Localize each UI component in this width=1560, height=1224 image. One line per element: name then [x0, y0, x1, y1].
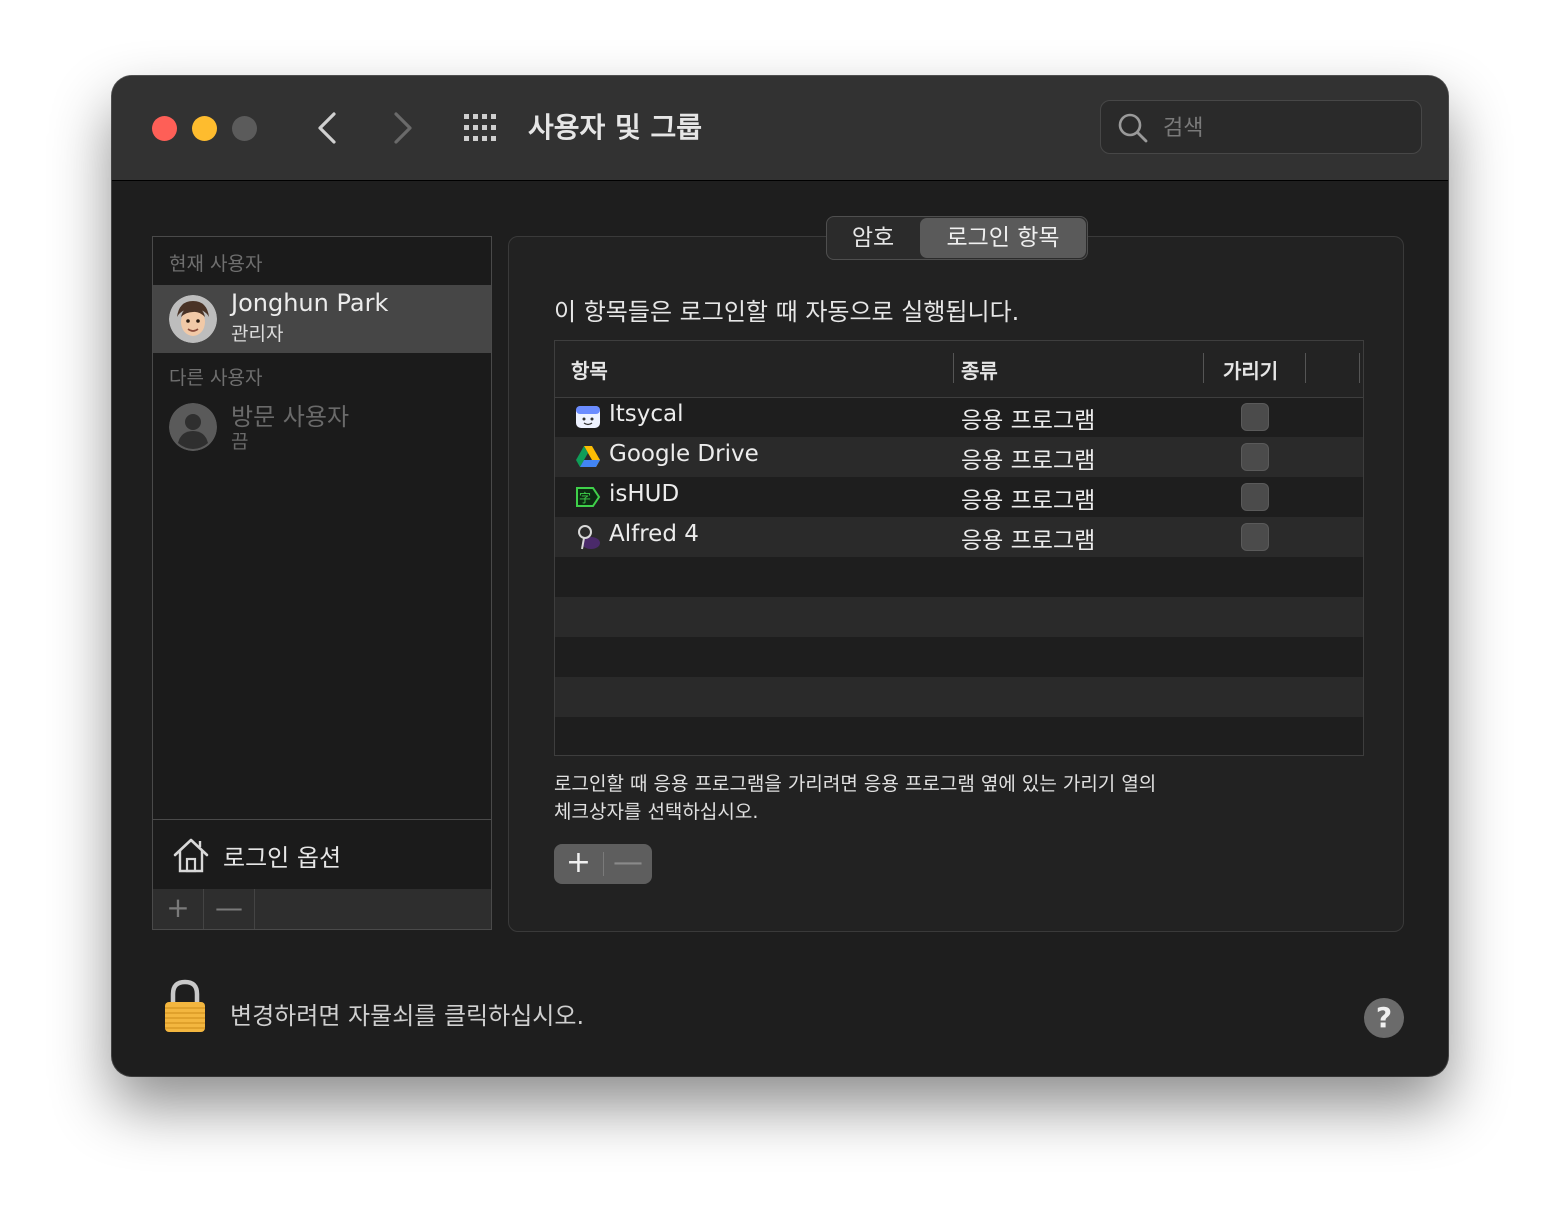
column-separator [1203, 353, 1204, 383]
help-button[interactable]: ? [1364, 998, 1404, 1038]
table-row[interactable]: Alfred 4 응용 프로그램 [555, 517, 1363, 557]
house-icon [173, 838, 209, 873]
lock-message[interactable]: 변경하려면 자물쇠를 클릭하십시오. [230, 996, 584, 1031]
svg-text:字: 字 [579, 490, 591, 505]
back-button[interactable] [308, 106, 348, 150]
empty-row [555, 557, 1363, 597]
alfred-icon [578, 525, 600, 550]
google-drive-icon [576, 446, 600, 467]
column-header-item[interactable]: 항목 [571, 355, 608, 384]
app-name: isHUD [609, 481, 680, 507]
tab-segmented-control: 암호 로그인 항목 [826, 216, 1088, 260]
add-login-item-button[interactable]: + [554, 844, 603, 884]
minimize-button[interactable] [192, 116, 217, 141]
tab-password[interactable]: 암호 [827, 217, 919, 259]
search-input[interactable] [1161, 109, 1405, 147]
chevron-right-icon [394, 112, 412, 144]
show-all-grid-icon[interactable] [462, 110, 500, 146]
empty-row [555, 717, 1363, 755]
sidebar-toolbar: + — [153, 889, 491, 929]
column-separator [1305, 353, 1306, 383]
remove-user-button[interactable]: — [204, 889, 255, 929]
guest-user-name: 방문 사용자 [231, 403, 350, 431]
hide-checkbox[interactable] [1241, 523, 1269, 551]
user-avatar-memoji-icon [169, 295, 217, 343]
window-title: 사용자 및 그룹 [528, 111, 703, 144]
app-name: Alfred 4 [609, 521, 699, 547]
empty-row [555, 637, 1363, 677]
table-row[interactable]: 字 isHUD 응용 프로그램 [555, 477, 1363, 517]
app-kind: 응용 프로그램 [961, 528, 1096, 554]
hide-hint-text: 로그인할 때 응용 프로그램을 가리려면 응용 프로그램 옆에 있는 가리기 열… [554, 770, 1254, 826]
table-row[interactable]: Google Drive 응용 프로그램 [555, 437, 1363, 477]
login-options-button[interactable]: 로그인 옵션 [153, 819, 491, 891]
ishud-icon: 字 [576, 487, 601, 507]
zoom-button[interactable] [232, 116, 257, 141]
add-remove-control: + — [554, 844, 652, 884]
column-separator [1359, 353, 1360, 383]
login-options-label: 로그인 옵션 [223, 844, 342, 872]
guest-user-status: 끔 [231, 431, 249, 453]
app-kind: 응용 프로그램 [961, 488, 1096, 514]
search-icon [1118, 113, 1148, 143]
hide-checkbox[interactable] [1241, 443, 1269, 471]
column-separator [953, 353, 954, 383]
remove-login-item-button[interactable]: — [604, 844, 652, 884]
login-items-description: 이 항목들은 로그인할 때 자동으로 실행됩니다. [554, 298, 1020, 326]
close-button[interactable] [152, 116, 177, 141]
app-kind: 응용 프로그램 [961, 408, 1096, 434]
guest-user-row[interactable]: 방문 사용자 끔 [153, 393, 491, 457]
chevron-left-icon [318, 112, 336, 144]
login-items-table[interactable]: 항목 종류 가리기 Itsycal 응용 프로그램 Google Drive 응… [554, 340, 1364, 756]
tab-login-items[interactable]: 로그인 항목 [920, 218, 1086, 258]
title-bar: 사용자 및 그룹 [112, 76, 1448, 181]
hide-checkbox[interactable] [1241, 403, 1269, 431]
other-users-section-label: 다른 사용자 [169, 367, 263, 389]
current-user-row[interactable]: Jonghun Park 관리자 [153, 285, 491, 353]
guest-avatar-icon [169, 403, 217, 451]
current-user-section-label: 현재 사용자 [169, 253, 263, 275]
empty-row [555, 597, 1363, 637]
search-field[interactable] [1100, 100, 1422, 154]
preferences-window: 사용자 및 그룹 현재 사용자 Jonghun Park 관리자 [112, 76, 1448, 1076]
users-sidebar: 현재 사용자 Jonghun Park 관리자 다른 사용자 방문 사용자 끔 … [152, 236, 492, 930]
table-header: 항목 종류 가리기 [555, 341, 1363, 398]
add-user-button[interactable]: + [153, 889, 204, 929]
column-header-kind[interactable]: 종류 [961, 355, 998, 384]
hint-line-1: 로그인할 때 응용 프로그램을 가리려면 응용 프로그램 옆에 있는 가리기 열… [554, 773, 1157, 795]
empty-row [555, 677, 1363, 717]
hide-checkbox[interactable] [1241, 483, 1269, 511]
current-user-name: Jonghun Park [231, 289, 389, 317]
app-kind: 응용 프로그램 [961, 448, 1096, 474]
app-name: Google Drive [609, 441, 759, 467]
app-name: Itsycal [609, 401, 684, 427]
lock-icon[interactable] [162, 978, 208, 1034]
itsycal-icon [576, 406, 600, 428]
hint-line-2: 체크상자를 선택하십시오. [554, 801, 759, 823]
table-row[interactable]: Itsycal 응용 프로그램 [555, 397, 1363, 437]
current-user-role: 관리자 [231, 323, 284, 345]
forward-button[interactable] [382, 106, 422, 150]
column-header-hide[interactable]: 가리기 [1223, 355, 1278, 384]
